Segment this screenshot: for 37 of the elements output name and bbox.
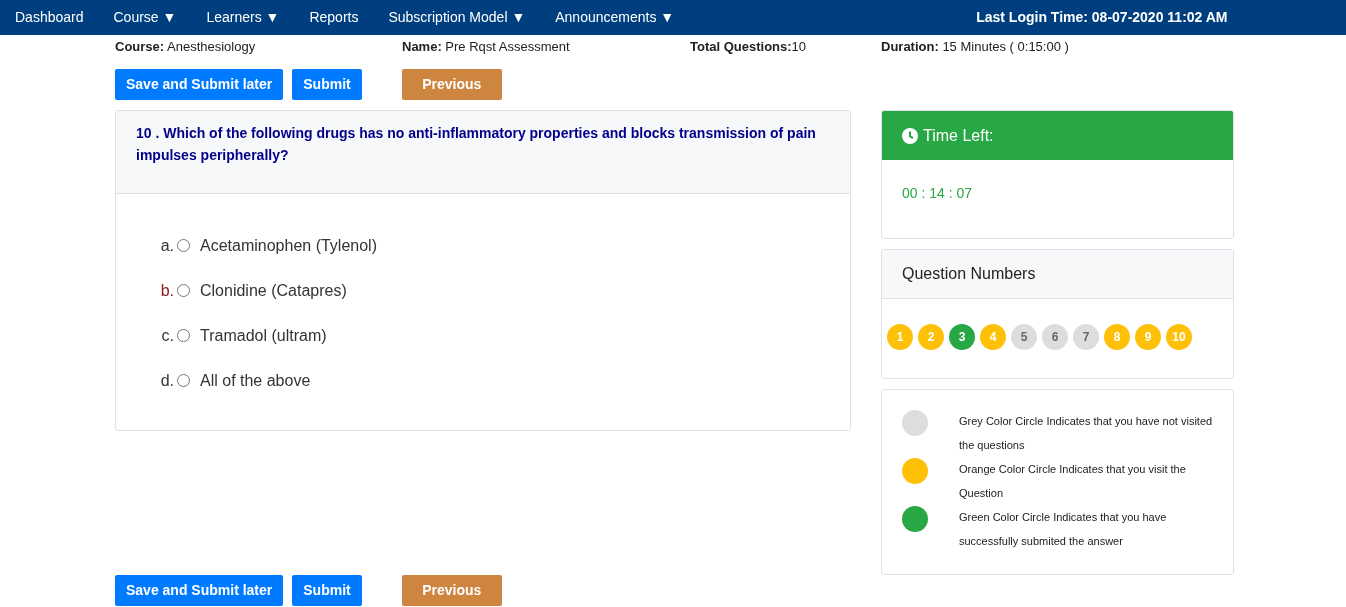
time-remaining: 00 : 14 : 07 (901, 184, 974, 203)
option-letter: b. (159, 280, 174, 301)
info-field: Total Questions:10 (690, 37, 881, 55)
nav-link[interactable]: Announcements ▼ (555, 7, 675, 28)
option-text: All of the above (200, 370, 311, 391)
option-text: Clonidine (Catapres) (200, 280, 347, 301)
previous-button[interactable]: Previous (401, 575, 502, 606)
nav-link[interactable]: Reports (309, 7, 359, 28)
legend-text: Orange Color Circle Indicates that you visit the Question (959, 462, 1187, 501)
option-letter: c. (160, 325, 174, 346)
previous-button[interactable]: Previous (401, 69, 502, 100)
save-later-button[interactable]: Save and Submit later (115, 69, 284, 100)
question-number[interactable]: 3 (949, 324, 975, 350)
timer-title: Time Left: (923, 125, 994, 146)
nav-link[interactable]: Dashboard (15, 7, 84, 28)
last-login-time: Last Login Time: 08-07-2020 11:02 AM (976, 8, 1228, 27)
option-letter: a. (159, 235, 174, 256)
info-field: Name: Pre Rqst Assessment (402, 37, 690, 55)
question-number[interactable]: 5 (1011, 324, 1037, 350)
nav-link[interactable]: Course ▼ (113, 7, 177, 28)
card-title: Question Numbers (902, 264, 1036, 284)
option-letter: d. (159, 370, 174, 391)
submit-button[interactable]: Submit (292, 575, 362, 606)
option-text: Tramadol (ultram) (200, 325, 327, 346)
info-field: Duration: 15 Minutes ( 0:15:00 ) (881, 37, 1181, 55)
option-text: Acetaminophen (Tylenol) (200, 235, 377, 256)
question-text: 10 . Which of the following drugs has no anti-inflammatory properties and blocks transmission of pain impulses peripherally? (136, 124, 817, 165)
nav-link[interactable]: Learners ▼ (206, 7, 280, 28)
legend-text: Green Color Circle Indicates that you have successfully submited the answer (959, 510, 1168, 549)
info-field: Course: Anesthesiology (115, 37, 402, 55)
question-number[interactable]: 6 (1042, 324, 1068, 350)
submit-button[interactable]: Submit (292, 69, 362, 100)
legend-text: Grey Color Circle Indicates that you have not visited the questions (959, 414, 1214, 453)
clock-icon (902, 127, 918, 144)
save-later-button[interactable]: Save and Submit later (115, 575, 284, 606)
nav-link[interactable]: Subscription Model ▼ (388, 7, 526, 28)
question-number[interactable]: 7 (1073, 324, 1099, 350)
